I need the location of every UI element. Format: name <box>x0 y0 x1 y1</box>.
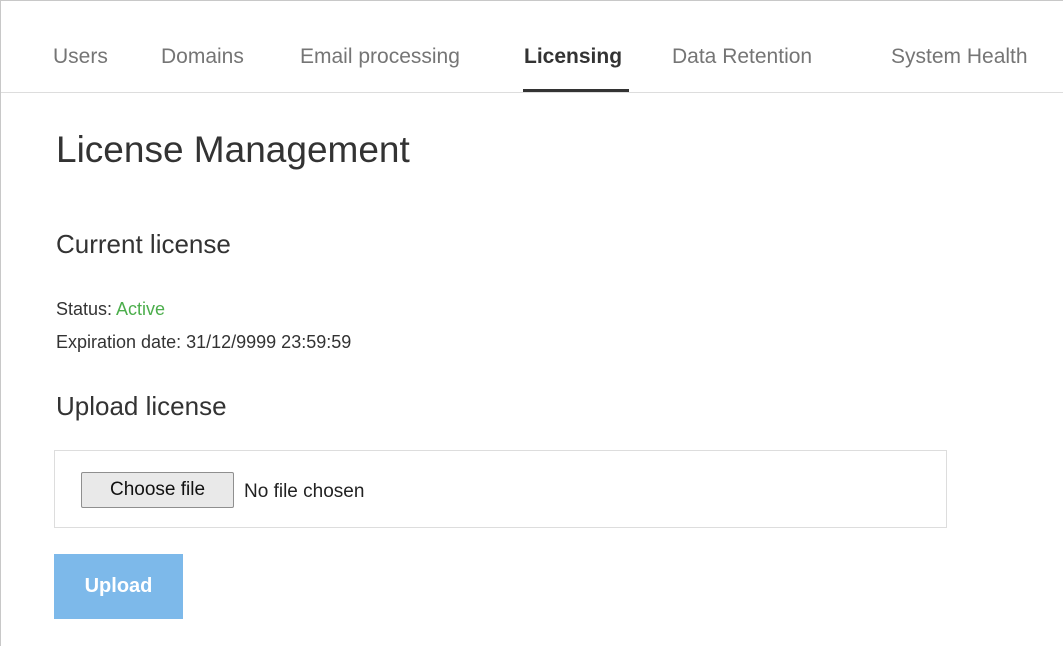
app-frame: Users Domains Email processing Licensing… <box>0 0 1063 646</box>
status-label: Status: <box>56 299 113 319</box>
upload-license-heading: Upload license <box>56 391 227 421</box>
tab-users[interactable]: Users <box>53 45 108 69</box>
expiration-value: 31/12/9999 23:59:59 <box>186 332 352 352</box>
expiration-label: Expiration date: <box>56 332 182 352</box>
tab-email-processing[interactable]: Email processing <box>300 45 460 69</box>
license-status-line: Status: Active <box>56 299 165 320</box>
file-status-text: No file chosen <box>244 481 365 502</box>
page-title: License Management <box>56 129 410 170</box>
tab-system-health[interactable]: System Health <box>891 45 1028 69</box>
tab-data-retention[interactable]: Data Retention <box>672 45 812 69</box>
choose-file-button[interactable]: Choose file <box>81 472 234 508</box>
upload-button[interactable]: Upload <box>54 554 183 619</box>
active-tab-indicator <box>523 89 629 92</box>
tab-domains[interactable]: Domains <box>161 45 244 69</box>
tab-licensing[interactable]: Licensing <box>524 45 622 69</box>
license-expiration-line: Expiration date: 31/12/9999 23:59:59 <box>56 332 351 353</box>
top-nav-tabs: Users Domains Email processing Licensing… <box>1 1 1063 93</box>
file-upload-panel: Choose file No file chosen <box>54 450 947 528</box>
status-value: Active <box>116 299 166 319</box>
current-license-heading: Current license <box>56 229 231 259</box>
